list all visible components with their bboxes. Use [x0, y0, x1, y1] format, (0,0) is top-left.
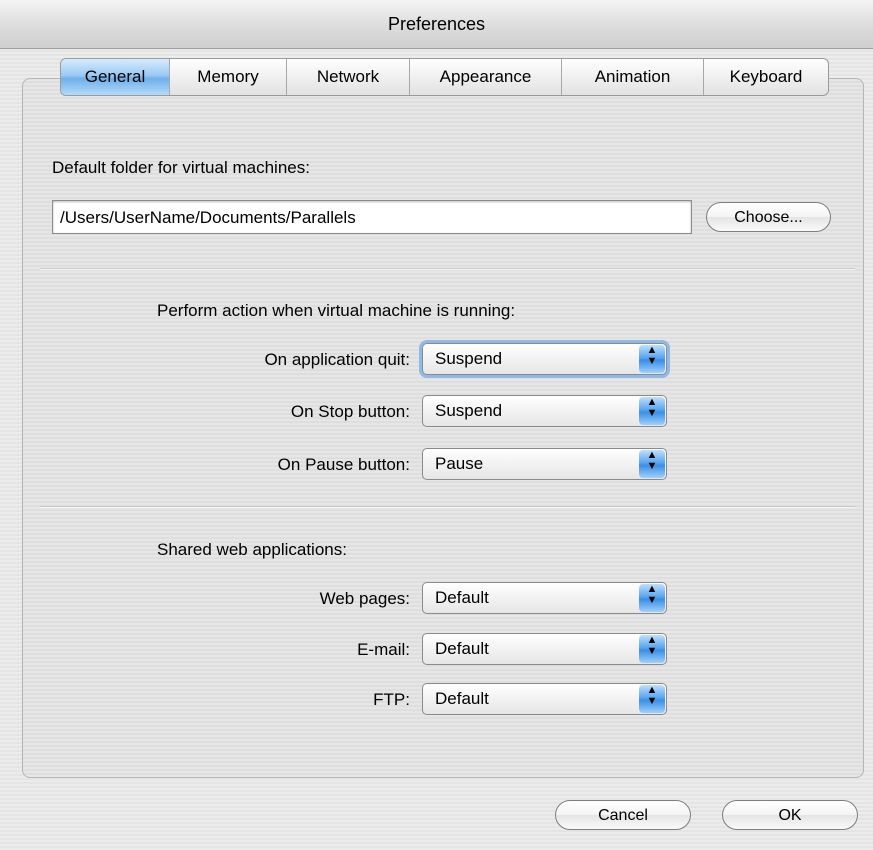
tab-content-panel: [22, 78, 864, 778]
ftp-popup[interactable]: Default ▲ ▼: [422, 683, 667, 715]
perform-action-label: Perform action when virtual machine is r…: [157, 301, 516, 320]
web-pages-popup[interactable]: Default ▲ ▼: [422, 582, 667, 614]
email-value: Default: [435, 639, 489, 658]
on-stop-value: Suspend: [435, 401, 503, 420]
updown-arrows-icon: ▲ ▼: [639, 450, 665, 478]
on-quit-value: Suspend: [435, 349, 503, 368]
updown-arrows-icon: ▲ ▼: [639, 345, 665, 373]
web-pages-value: Default: [435, 588, 489, 607]
updown-arrows-icon: ▲ ▼: [639, 584, 665, 612]
updown-arrows-icon: ▲ ▼: [639, 397, 665, 425]
default-folder-label: Default folder for virtual machines:: [52, 158, 310, 177]
email-popup[interactable]: Default ▲ ▼: [422, 633, 667, 665]
preferences-window: Preferences General Memory Network Appea…: [0, 0, 873, 850]
window-title: Preferences: [0, 0, 873, 49]
default-folder-field[interactable]: /Users/UserName/Documents/Parallels: [52, 200, 692, 234]
on-pause-label: On Pause button:: [277, 455, 410, 474]
tab-network[interactable]: Network: [286, 59, 409, 95]
on-quit-popup[interactable]: Suspend ▲ ▼: [422, 343, 667, 375]
on-stop-label: On Stop button:: [290, 402, 410, 421]
tab-general[interactable]: General: [61, 59, 169, 95]
tab-memory[interactable]: Memory: [169, 59, 286, 95]
tab-bar: General Memory Network Appearance Animat…: [60, 58, 829, 96]
ftp-label: FTP:: [373, 690, 410, 709]
on-pause-popup[interactable]: Pause ▲ ▼: [422, 448, 667, 480]
choose-button[interactable]: Choose...: [706, 202, 831, 232]
ok-button[interactable]: OK: [722, 800, 858, 830]
web-pages-label: Web pages:: [319, 589, 410, 608]
separator: [40, 268, 855, 270]
tab-animation[interactable]: Animation: [561, 59, 703, 95]
cancel-button[interactable]: Cancel: [555, 800, 691, 830]
updown-arrows-icon: ▲ ▼: [639, 635, 665, 663]
on-stop-popup[interactable]: Suspend ▲ ▼: [422, 395, 667, 427]
tab-keyboard[interactable]: Keyboard: [703, 59, 828, 95]
updown-arrows-icon: ▲ ▼: [639, 685, 665, 713]
email-label: E-mail:: [357, 640, 410, 659]
shared-web-apps-label: Shared web applications:: [157, 540, 347, 559]
separator: [40, 506, 855, 508]
on-quit-label: On application quit:: [264, 350, 410, 369]
tab-appearance[interactable]: Appearance: [409, 59, 561, 95]
on-pause-value: Pause: [435, 454, 484, 473]
ftp-value: Default: [435, 689, 489, 708]
